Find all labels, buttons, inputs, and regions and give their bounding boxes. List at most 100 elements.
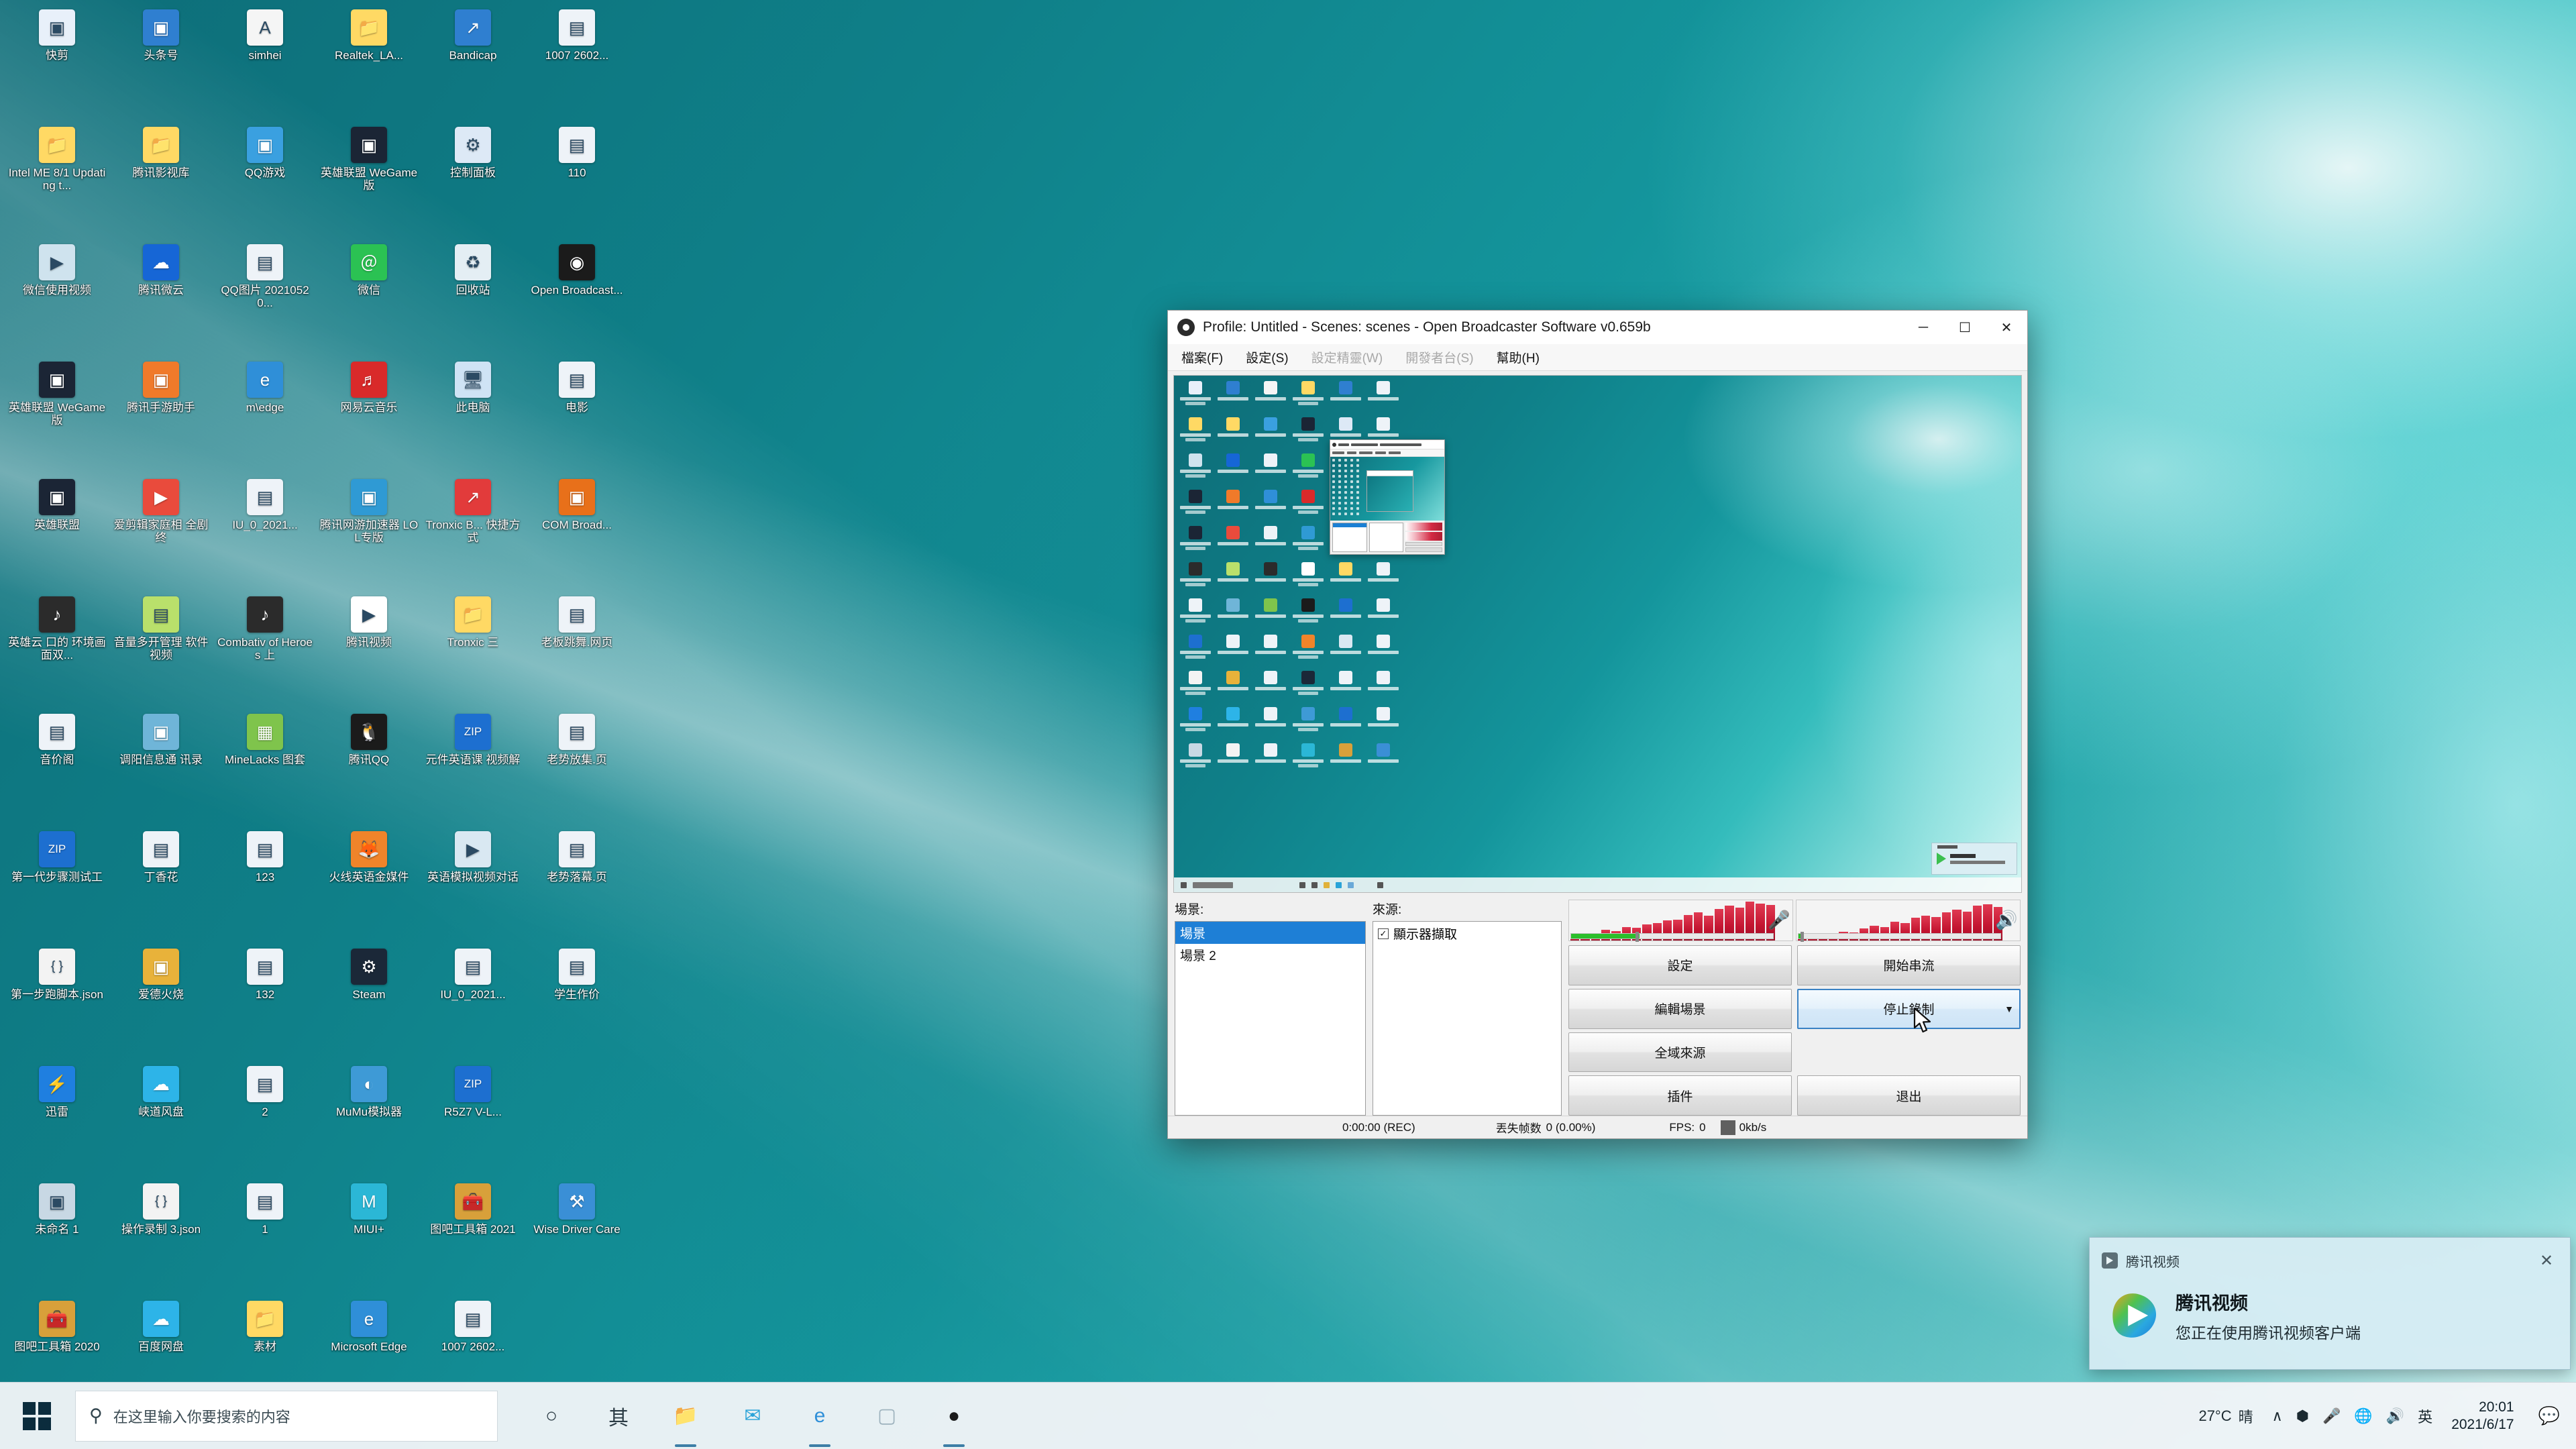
desktop-icon[interactable]: ▣ QQ游戏 <box>215 123 315 240</box>
desktop-icon[interactable]: ▣ 头条号 <box>111 5 211 123</box>
clock-widget[interactable]: 20:01 2021/6/17 <box>2440 1383 2524 1449</box>
desktop-icon[interactable]: ⚡ 迅雷 <box>7 1062 107 1179</box>
desktop-icon[interactable]: 🖥 此电脑 <box>423 358 523 475</box>
plugins-button[interactable]: 插件 <box>1568 1075 1792 1116</box>
network-icon[interactable]: 🌐 <box>2347 1383 2379 1449</box>
source-checkbox[interactable]: ✓ <box>1378 928 1389 939</box>
close-icon[interactable]: ✕ <box>2535 1249 2558 1272</box>
desktop-icon[interactable]: M MIUI+ <box>319 1179 419 1297</box>
global-sources-button[interactable]: 全域來源 <box>1568 1032 1792 1073</box>
desktop-icon[interactable]: ▣ 未命名 1 <box>7 1179 107 1297</box>
mic-volume-slider[interactable] <box>1570 932 1774 942</box>
desktop-icon[interactable]: ZIP 元件英语课 视频解 <box>423 710 523 827</box>
desktop-volume-slider[interactable] <box>1798 932 2001 942</box>
settings-button[interactable]: 設定 <box>1568 945 1792 985</box>
desktop-icon[interactable]: ▤ QQ图片 20210520... <box>215 240 315 358</box>
desktop-icon[interactable] <box>527 1062 627 1179</box>
obs-preview-canvas[interactable] <box>1173 375 2022 893</box>
desktop-icon[interactable]: ▣ 爱德火烧 <box>111 945 211 1062</box>
desktop-icon[interactable]: ▤ IU_0_2021... <box>423 945 523 1062</box>
desktop-icon[interactable]: 📁 腾讯影视库 <box>111 123 211 240</box>
desktop-icon[interactable]: ☁ 腾讯微云 <box>111 240 211 358</box>
volume-icon[interactable]: 🔊 <box>2379 1383 2411 1449</box>
desktop-icon[interactable]: ♻ 回收站 <box>423 240 523 358</box>
desktop-icon[interactable]: ▣ 腾讯手游助手 <box>111 358 211 475</box>
scene-list-item[interactable]: 場景 <box>1175 922 1365 944</box>
desktop-icon[interactable]: ▤ 老势放集.页 <box>527 710 627 827</box>
menu-item-4[interactable]: 幫助(H) <box>1493 347 1544 368</box>
edit-scene-button[interactable]: 編輯場景 <box>1568 988 1792 1029</box>
desktop-icon[interactable]: ▦ MineLacks 图套 <box>215 710 315 827</box>
taskbar-mail-icon[interactable]: ✉ <box>719 1383 786 1449</box>
desktop-icon[interactable]: ▤ 学生作价 <box>527 945 627 1062</box>
desktop-icon[interactable]: ▤ 丁香花 <box>111 827 211 945</box>
desktop-icon[interactable]: ▤ 110 <box>527 123 627 240</box>
weather-widget[interactable]: 27°C 晴 <box>2188 1383 2263 1449</box>
search-input[interactable]: ⚲ 在这里输入你要搜索的内容 <box>75 1390 498 1442</box>
maximize-button[interactable]: ☐ <box>1944 311 1986 344</box>
ime-icon[interactable]: 英 <box>2411 1383 2439 1449</box>
desktop-icon[interactable]: ▣ 腾讯网游加速器 LOL专版 <box>319 475 419 592</box>
taskbar-cortana-icon[interactable]: ○ <box>518 1383 585 1449</box>
mic-level-meter[interactable]: 🎤 <box>1568 900 1793 942</box>
desktop-icon[interactable]: ▤ 电影 <box>527 358 627 475</box>
desktop-icon[interactable]: ▣ 快剪 <box>7 5 107 123</box>
desktop-icon[interactable]: ♪ Combativ of Heroes 上 <box>215 592 315 710</box>
notification-toast[interactable]: 腾讯视频 ✕ 腾讯视频 您正在使用腾讯视频客户端 <box>2089 1237 2571 1370</box>
scene-list-item[interactable]: 場景 2 <box>1175 944 1365 966</box>
desktop-icon[interactable]: ZIP 第一代步骤测试工 <box>7 827 107 945</box>
desktop-icon[interactable]: ▤ IU_0_2021... <box>215 475 315 592</box>
desktop-icon[interactable]: ♪ 英雄云 口的 环境画面双... <box>7 592 107 710</box>
menu-item-1[interactable]: 設定(S) <box>1242 347 1292 368</box>
desktop-icon[interactable]: ▣ 调阳信息通 讯录 <box>111 710 211 827</box>
desktop-icon[interactable]: ⚒ Wise Driver Care <box>527 1179 627 1297</box>
desktop-icon[interactable]: { } 第一步跑脚本.json <box>7 945 107 1062</box>
taskbar-task-view-icon[interactable]: 其 <box>585 1383 652 1449</box>
desktop-icon[interactable]: 📁 Realtek_LA... <box>319 5 419 123</box>
desktop-icon[interactable]: ♬ 网易云音乐 <box>319 358 419 475</box>
sources-listbox[interactable]: ✓ 顯示器擷取 <box>1373 921 1562 1116</box>
chevron-up-icon[interactable]: ∧ <box>2265 1383 2290 1449</box>
desktop-icon[interactable]: ▶ 英语模拟视频对话 <box>423 827 523 945</box>
desktop-icon[interactable]: 📁 Intel ME 8/1 Updating t... <box>7 123 107 240</box>
desktop-icon[interactable]: e m\edge <box>215 358 315 475</box>
taskbar-obs-icon[interactable]: ● <box>920 1383 987 1449</box>
desktop-icon[interactable]: 🦊 火线英语金媒件 <box>319 827 419 945</box>
desktop-icon[interactable]: ☁ 峡道风盘 <box>111 1062 211 1179</box>
desktop-icon[interactable]: ▶ 爱剪辑家庭相 全剧终 <box>111 475 211 592</box>
desktop-icon[interactable]: ▣ COM Broad... <box>527 475 627 592</box>
desktop-icon[interactable]: 📁 Tronxic 三 <box>423 592 523 710</box>
start-button[interactable] <box>0 1383 74 1449</box>
desktop-icon[interactable]: ▤ 1 <box>215 1179 315 1297</box>
source-list-item[interactable]: ✓ 顯示器擷取 <box>1373 922 1561 945</box>
close-button[interactable]: ✕ <box>1986 311 2027 344</box>
desktop-icon[interactable]: ▤ 音量多开管理 软件视频 <box>111 592 211 710</box>
desktop-icon[interactable]: ▶ 腾讯视频 <box>319 592 419 710</box>
desktop-icon[interactable]: ▤ 老板跳舞.网页 <box>527 592 627 710</box>
desktop-icon[interactable]: ◐ MuMu模拟器 <box>319 1062 419 1179</box>
chevron-down-icon[interactable]: ▼ <box>2004 1004 2014 1014</box>
exit-button[interactable]: 退出 <box>1797 1075 2021 1116</box>
minimize-button[interactable]: ─ <box>1902 311 1944 344</box>
desktop-icon[interactable]: ▤ 2 <box>215 1062 315 1179</box>
taskbar-edge-icon[interactable]: e <box>786 1383 853 1449</box>
desktop-icon[interactable]: ▶ 微信使用视频 <box>7 240 107 358</box>
desktop-icon[interactable]: ▤ 音价阁 <box>7 710 107 827</box>
desktop-icon[interactable]: ▣ 英雄联盟 WeGame版 <box>319 123 419 240</box>
obs-window[interactable]: Profile: Untitled - Scenes: scenes - Ope… <box>1167 310 2028 1139</box>
desktop-icon[interactable]: ▣ 英雄联盟 WeGame版 <box>7 358 107 475</box>
microphone-icon[interactable]: 🎤 <box>2316 1383 2347 1449</box>
desktop-level-meter[interactable]: 🔊 <box>1796 900 2021 942</box>
scenes-listbox[interactable]: 場景 場景 2 <box>1175 921 1366 1116</box>
desktop-icon[interactable]: ▣ 英雄联盟 <box>7 475 107 592</box>
desktop-icon[interactable]: ＠ 微信 <box>319 240 419 358</box>
taskbar-file-explorer-icon[interactable]: 📁 <box>652 1383 719 1449</box>
stop-record-button[interactable]: 停止錄制 ▼ <box>1797 988 2021 1033</box>
desktop-icon[interactable]: ▤ 老势落幕.页 <box>527 827 627 945</box>
desktop-icon[interactable]: 🧰 图吧工具箱 2021 <box>423 1179 523 1297</box>
bluetooth-icon[interactable]: ⬢ <box>2290 1383 2316 1449</box>
desktop-icon[interactable]: ↗ Bandicap <box>423 5 523 123</box>
desktop-icon[interactable]: 🐧 腾讯QQ <box>319 710 419 827</box>
desktop-icon[interactable]: ⚙ Steam <box>319 945 419 1062</box>
desktop-icon[interactable]: ZIP R5Z7 V-L... <box>423 1062 523 1179</box>
